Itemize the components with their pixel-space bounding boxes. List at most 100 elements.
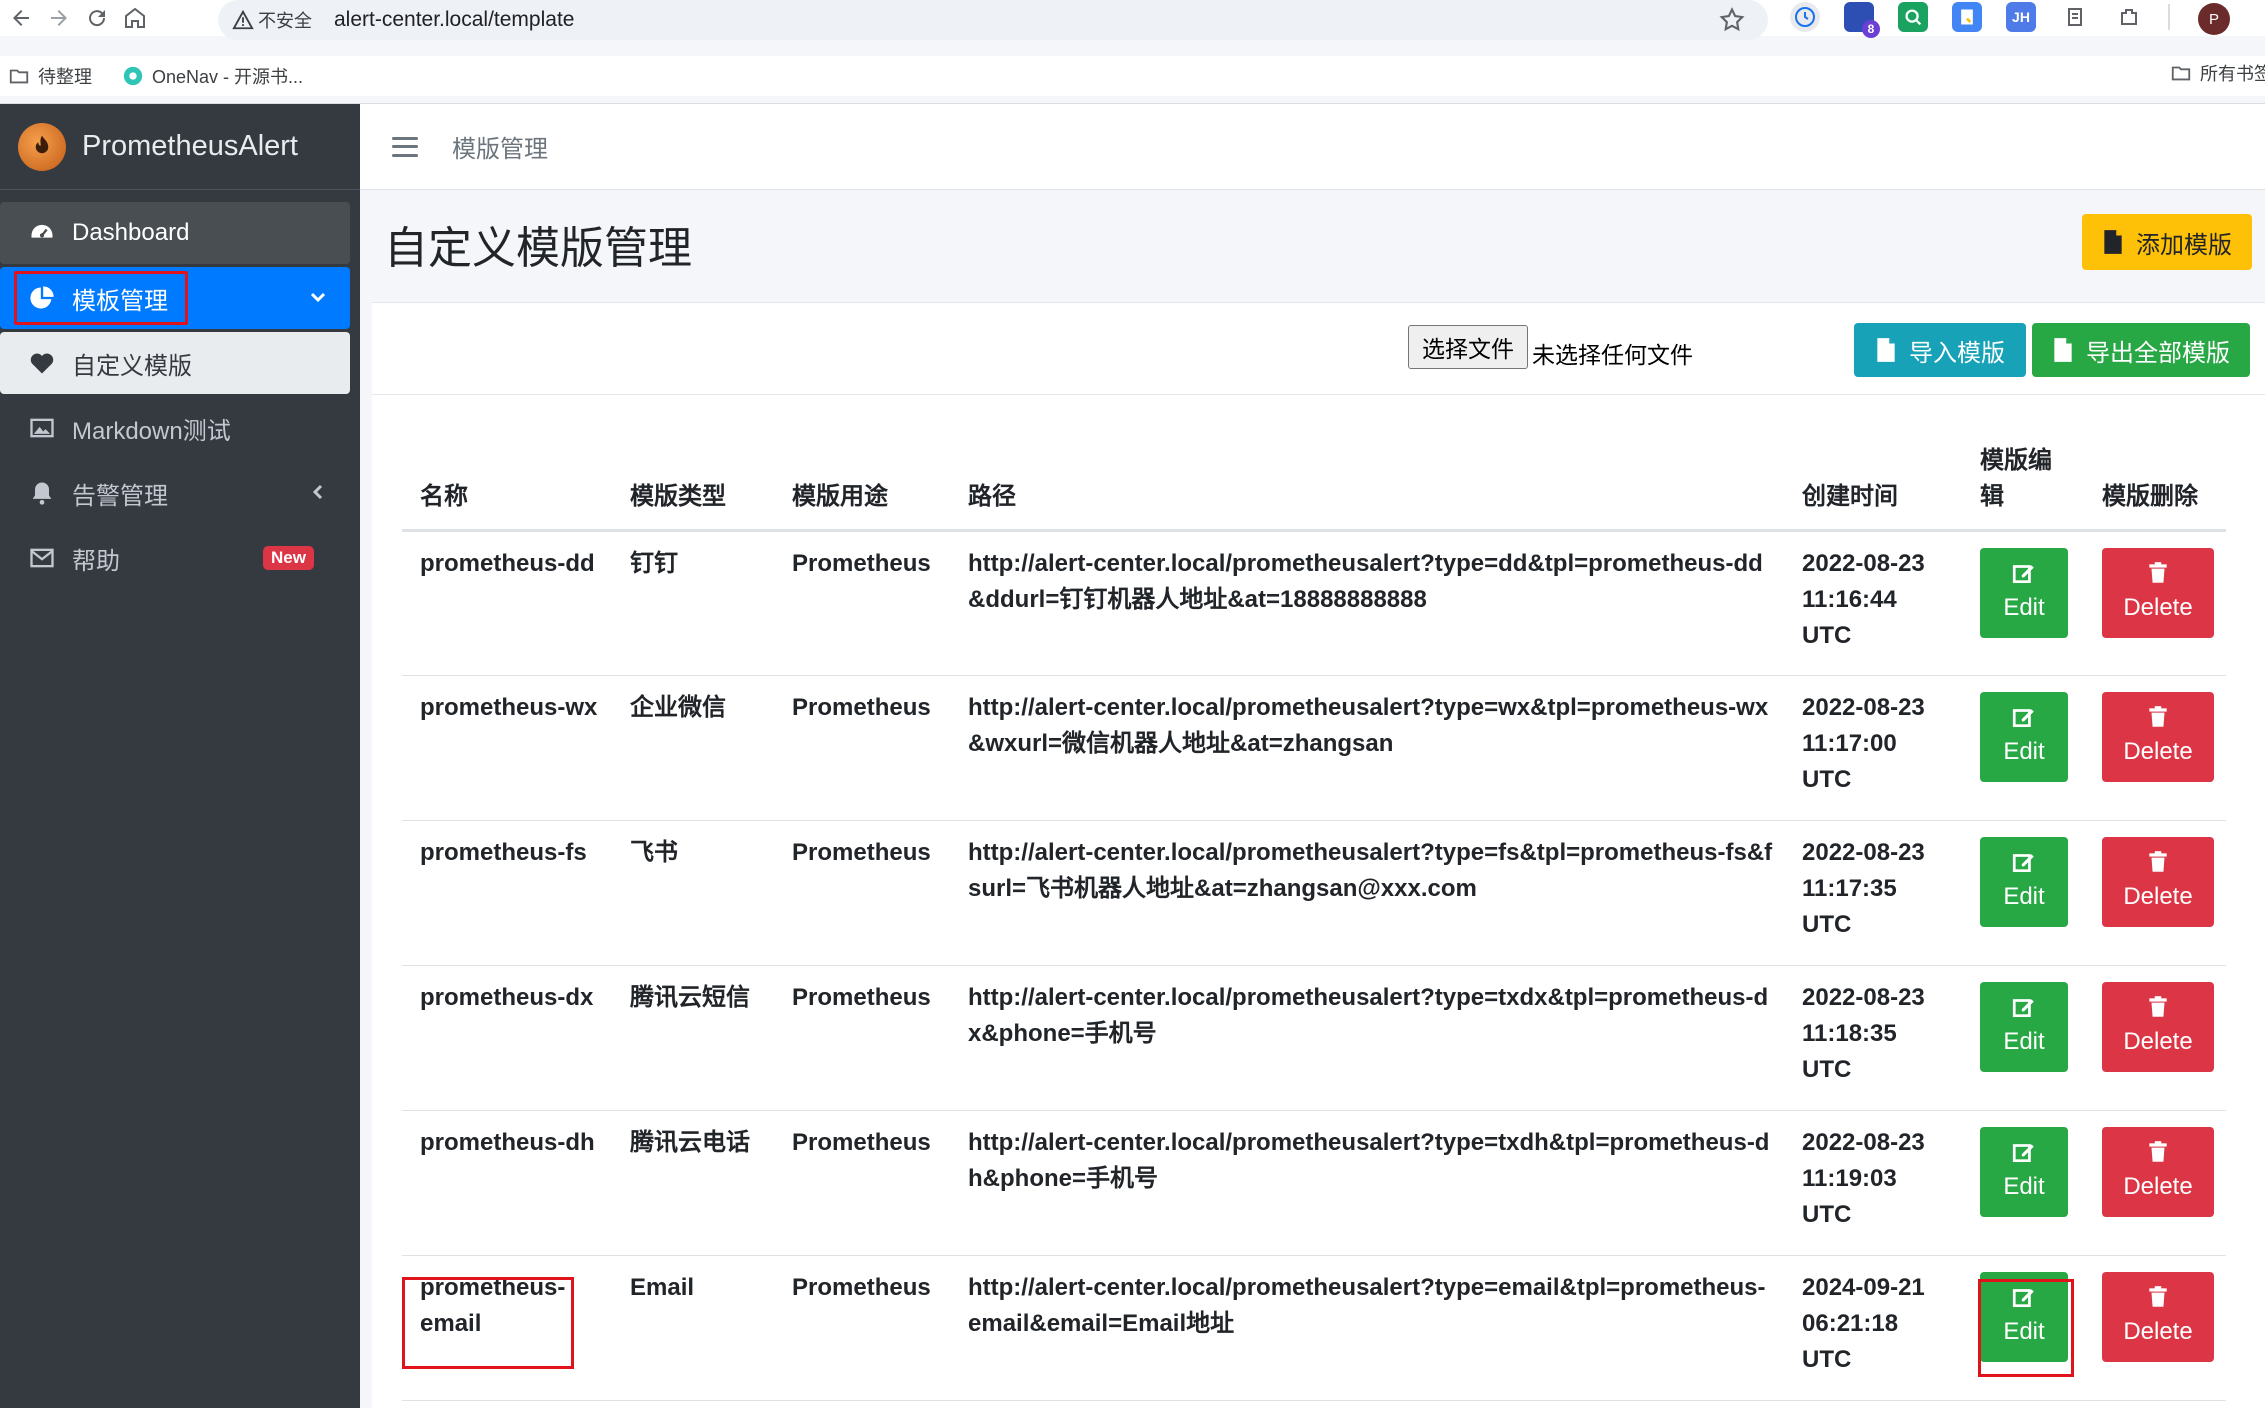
import-template-button[interactable]: 导入模版 [1854,323,2026,377]
template-table: 名称 模版类型 模版用途 路径 创建时间 模版编辑 模版删除 prometheu… [402,443,2226,1401]
file-icon [2104,230,2122,254]
template-name: prometheus-dh [402,1110,612,1256]
edit-icon [2012,709,2034,728]
sidebar-item-custom-template[interactable]: 自定义模版 [0,332,350,394]
sidebar-item-help[interactable]: 帮助 New [0,527,350,589]
delete-label: Delete [2123,1028,2193,1055]
sidebar-item-dashboard[interactable]: Dashboard [0,202,350,264]
file-icon [1877,338,1895,362]
template-path: http://alert-center.local/prometheusaler… [950,1110,1784,1256]
template-type: 腾讯云电话 [612,1110,774,1256]
template-type: 企业微信 [612,675,774,821]
template-created: 2022-08-23 11:18:35 UTC [1784,965,1962,1111]
edit-button[interactable]: Edit [1980,548,2068,638]
all-bookmarks[interactable]: 所有书签 [2170,60,2265,86]
folder-icon [2171,66,2191,81]
edit-button[interactable]: Edit [1980,982,2068,1072]
template-usage: Prometheus [774,675,950,821]
image-icon [28,414,56,442]
card-header: 选择文件 未选择任何文件 导入模版 导出全部模版 [372,303,2265,395]
extension-badge-icon[interactable]: 8 [1844,2,1880,38]
template-path: http://alert-center.local/prometheusaler… [950,965,1784,1111]
back-icon[interactable] [4,1,38,35]
template-created: 2022-08-23 11:17:00 UTC [1784,675,1962,821]
column-header-edit: 模版编辑 [1962,443,2084,532]
edit-icon [2012,1144,2034,1163]
table-row: prometheus-fs 飞书 Prometheus http://alert… [402,820,2226,966]
sidebar-menu: Dashboard 模板管理 自定义模版 Markdown测试 告警管理 帮助 … [0,190,360,589]
highlight-box-edit [1978,1279,2074,1377]
edit-button[interactable]: Edit [1980,1127,2068,1217]
template-path: http://alert-center.local/prometheusaler… [950,1255,1784,1401]
bell-icon [28,479,56,507]
edit-button[interactable]: Edit [1980,692,2068,782]
column-header-type: 模版类型 [612,443,774,532]
trash-icon [2149,706,2167,727]
table-row: prometheus-email Email Prometheus http:/… [402,1255,2226,1401]
sidebar-item-template-management[interactable]: 模板管理 [0,267,350,329]
import-template-label: 导入模版 [1909,339,2005,367]
sidebar-item-label: Markdown测试 [72,417,231,445]
security-warning[interactable]: 不安全 [232,7,312,33]
extension-copy-icon[interactable] [2060,2,2090,32]
template-usage: Prometheus [774,1255,950,1401]
add-template-button[interactable]: 添加模版 [2082,214,2252,270]
warning-icon [232,9,254,30]
export-all-label: 导出全部模版 [2086,339,2230,367]
brand-link[interactable]: PrometheusAlert [0,104,360,190]
column-header-usage: 模版用途 [774,443,950,532]
template-created: 2022-08-23 11:17:35 UTC [1784,820,1962,966]
export-all-button[interactable]: 导出全部模版 [2032,323,2250,377]
table-row: prometheus-dd 钉钉 Prometheus http://alert… [402,530,2226,676]
chevron-down-icon [310,292,326,303]
template-type: 腾讯云短信 [612,965,774,1111]
extension-jh-icon[interactable]: JH [2006,2,2036,32]
sidebar: PrometheusAlert Dashboard 模板管理 自定义模版 Mar… [0,104,360,1408]
bookmark-onenav[interactable]: OneNav - 开源书... [122,63,303,89]
template-usage: Prometheus [774,965,950,1111]
template-type: 钉钉 [612,530,774,676]
menu-toggle-icon[interactable] [392,136,418,157]
bookmark-label: 所有书签 [2200,64,2265,84]
profile-avatar[interactable]: P [2198,3,2230,35]
delete-button[interactable]: Delete [2102,1272,2214,1362]
delete-label: Delete [2123,883,2193,910]
reload-icon[interactable] [80,1,114,35]
delete-button[interactable]: Delete [2102,692,2214,782]
edit-label: Edit [2003,594,2045,621]
delete-button[interactable]: Delete [2102,982,2214,1072]
browser-toolbar: 不安全 alert-center.local/template 8 JH P [0,0,2265,40]
bookmark-folder-1[interactable]: 待整理 [8,63,92,89]
sidebar-item-markdown-test[interactable]: Markdown测试 [0,397,350,459]
delete-button[interactable]: Delete [2102,837,2214,927]
choose-file-button[interactable]: 选择文件 [1408,325,1528,369]
template-usage: Prometheus [774,820,950,966]
delete-button[interactable]: Delete [2102,1127,2214,1217]
template-created: 2022-08-23 11:16:44 UTC [1784,530,1962,676]
home-icon[interactable] [118,1,152,35]
template-path: http://alert-center.local/prometheusaler… [950,675,1784,821]
edit-label: Edit [2003,883,2045,910]
url-text[interactable]: alert-center.local/template [334,8,574,32]
bookmark-star-icon[interactable] [1718,6,1746,34]
table-header-row: 名称 模版类型 模版用途 路径 创建时间 模版编辑 模版删除 [402,443,2226,532]
delete-button[interactable]: Delete [2102,548,2214,638]
extensions-puzzle-icon[interactable] [2114,2,2144,32]
navbar-title[interactable]: 模版管理 [452,129,548,164]
address-bar[interactable]: 不安全 alert-center.local/template [218,0,1768,40]
file-icon [2054,338,2072,362]
extension-search-icon[interactable] [1898,2,1928,32]
trash-icon [2149,996,2167,1017]
extension-doc-icon[interactable] [1952,2,1982,32]
edit-button[interactable]: Edit [1980,837,2068,927]
top-navbar: 模版管理 [360,104,2265,190]
chevron-left-icon [312,484,323,500]
template-path: http://alert-center.local/prometheusaler… [950,530,1784,676]
file-status: 未选择任何文件 [1532,342,1693,368]
toolbar-divider [2168,4,2170,30]
edit-label: Edit [2003,1173,2045,1200]
forward-icon[interactable] [42,1,76,35]
extension-clock-icon[interactable] [1790,2,1820,32]
sidebar-item-alert-management[interactable]: 告警管理 [0,462,350,524]
template-card: 选择文件 未选择任何文件 导入模版 导出全部模版 名称 模版类型 模版用途 路径… [372,302,2265,1408]
